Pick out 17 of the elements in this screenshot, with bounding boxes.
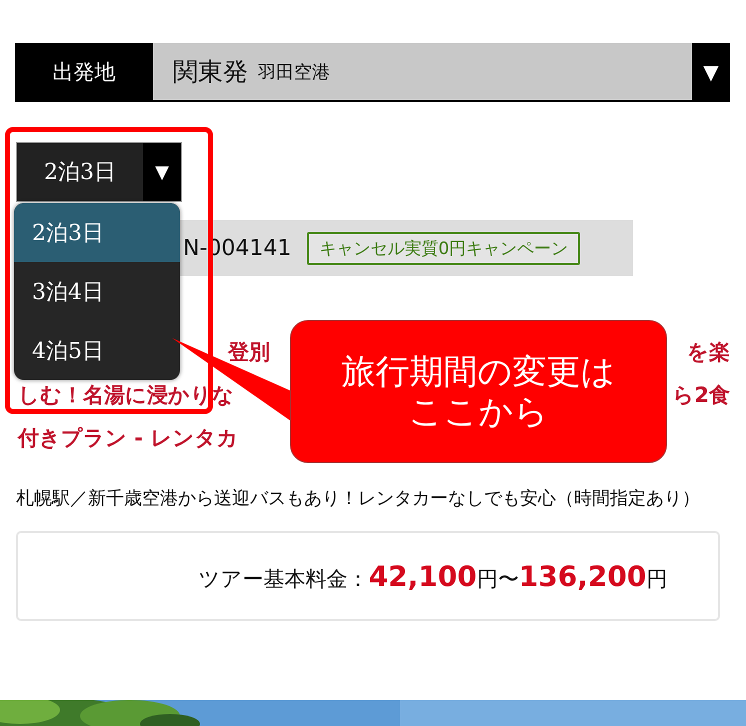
plan-title: 付きプラン - レンタカ	[18, 425, 238, 452]
plan-description: 札幌駅／新千歳空港から送迎バスもあり！レンタカーなしでも安心（時間指定あり）	[16, 487, 701, 511]
campaign-badge: キャンセル実質0円キャンペーン	[307, 232, 580, 264]
departure-label: 出発地	[15, 43, 153, 100]
plan-title: ら2食	[672, 382, 730, 409]
price-text: ツアー基本料金：42,100円〜136,200円	[198, 560, 668, 592]
callout-text: 旅行期間の変更は ここから	[342, 352, 616, 432]
departure-select[interactable]: 関東発 羽田空港	[153, 43, 692, 100]
plan-title: を楽	[687, 339, 730, 366]
dropdown-option[interactable]: 4泊5日	[14, 321, 180, 380]
duration-select[interactable]: 2泊3日 ▼	[16, 142, 182, 202]
plan-title: しむ！名湯に浸かりな	[18, 382, 234, 409]
dropdown-option[interactable]: 2泊3日	[14, 203, 180, 262]
departure-airport: 羽田空港	[258, 60, 330, 84]
dropdown-option[interactable]: 3泊4日	[14, 262, 180, 321]
departure-region: 関東発	[173, 56, 248, 88]
plan-title: 登別	[228, 339, 270, 366]
